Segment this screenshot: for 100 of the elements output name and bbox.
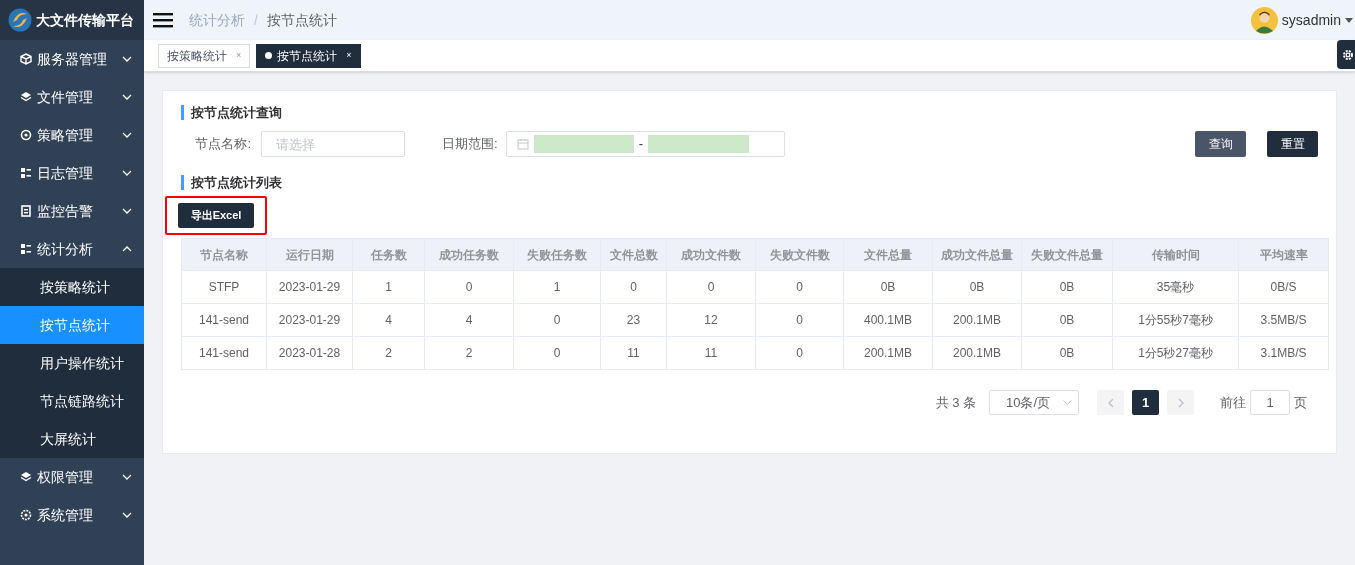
cube-icon <box>20 53 32 65</box>
range-separator: - <box>638 135 643 154</box>
section-title: 按节点统计查询 <box>181 105 1318 120</box>
table-cell: 23 <box>600 303 667 337</box>
table-cell: 200.1MB <box>932 303 1022 337</box>
page-size-select[interactable]: 10条/页 <box>989 390 1079 415</box>
avatar-icon[interactable] <box>1250 6 1278 34</box>
close-icon[interactable]: × <box>346 48 352 63</box>
chevron-down-icon <box>122 512 132 518</box>
app-title: 大文件传输平台 <box>36 10 134 30</box>
menu-icon[interactable] <box>153 12 173 28</box>
search-button[interactable]: 查询 <box>1195 131 1246 157</box>
layers-icon <box>20 91 32 103</box>
table-cell: 0B/S <box>1238 270 1329 304</box>
table-cell: 1 <box>513 270 601 304</box>
table-cell: 0 <box>666 270 756 304</box>
export-button[interactable]: 导出Excel <box>178 203 254 228</box>
table-cell: 2023-01-28 <box>266 336 353 370</box>
table-cell: 2023-01-29 <box>266 270 353 304</box>
column-header: 成功任务数 <box>424 238 514 271</box>
table-cell: 11 <box>666 336 756 370</box>
section-title: 按节点统计列表 <box>181 175 1318 190</box>
table-cell: 1 <box>352 270 425 304</box>
sidebar-subitem[interactable]: 节点链路统计 <box>0 382 144 420</box>
column-header: 失败文件总量 <box>1021 238 1113 271</box>
table-cell: 4 <box>352 303 425 337</box>
list-icon <box>20 167 32 179</box>
column-header: 平均速率 <box>1238 238 1329 271</box>
table-cell: 2 <box>424 336 514 370</box>
gear-icon <box>20 509 32 521</box>
table-cell: 2023-01-29 <box>266 303 353 337</box>
table-cell: 0B <box>1021 303 1113 337</box>
table-cell: 0B <box>843 270 933 304</box>
column-header: 文件总数 <box>600 238 667 271</box>
chevron-down-icon <box>122 170 132 176</box>
sidebar-item[interactable]: 服务器管理 <box>0 40 144 78</box>
target-icon <box>20 129 32 141</box>
list-icon <box>20 243 32 255</box>
breadcrumb-item: 按节点统计 <box>266 10 337 30</box>
date-range-field[interactable]: - <box>505 131 785 157</box>
sidebar-subitem[interactable]: 用户操作统计 <box>0 344 144 382</box>
chevron-down-icon <box>122 56 132 62</box>
sidebar-subitem[interactable]: 大屏统计 <box>0 420 144 458</box>
sidebar-item[interactable]: 监控告警 <box>0 192 144 230</box>
settings-button[interactable] <box>1337 40 1355 69</box>
user-name[interactable]: sysadmin <box>1281 9 1341 31</box>
table-cell: 0 <box>755 303 844 337</box>
chevron-right-icon <box>1177 397 1184 408</box>
document-icon <box>20 205 32 217</box>
chevron-down-icon <box>122 94 132 100</box>
table-cell: 141-send <box>181 303 267 337</box>
logo-icon <box>8 8 32 32</box>
table-cell: 200.1MB <box>843 336 933 370</box>
sidebar-item[interactable]: 统计分析 <box>0 230 144 268</box>
column-header: 任务数 <box>352 238 425 271</box>
column-header: 传输时间 <box>1112 238 1239 271</box>
column-header: 失败任务数 <box>513 238 601 271</box>
calendar-icon <box>516 138 529 150</box>
table-cell: 0 <box>513 336 601 370</box>
node-select[interactable]: 请选择 <box>261 131 405 157</box>
page-size-value: 10条/页 <box>1006 393 1052 412</box>
table-cell: 400.1MB <box>843 303 933 337</box>
reset-button[interactable]: 重置 <box>1267 131 1318 157</box>
column-header: 节点名称 <box>181 238 267 271</box>
sidebar-item[interactable]: 系统管理 <box>0 496 144 534</box>
sidebar-subitem[interactable]: 按策略统计 <box>0 268 144 306</box>
table-cell: 3.5MB/S <box>1238 303 1329 337</box>
chevron-up-icon <box>122 246 132 252</box>
field-label: 节点名称: <box>194 135 252 154</box>
total-count: 共 3 条 <box>935 393 976 412</box>
chevron-down-icon <box>122 474 132 480</box>
table-cell: 3.1MB/S <box>1238 336 1329 370</box>
column-header: 运行日期 <box>266 238 353 271</box>
table-cell: 0B <box>1021 270 1113 304</box>
table-cell: 2 <box>352 336 425 370</box>
table-cell: STFP <box>181 270 267 304</box>
chevron-down-icon <box>122 208 132 214</box>
tab-label: 按策略统计 <box>167 47 227 65</box>
column-header: 文件总量 <box>843 238 933 271</box>
column-header: 成功文件数 <box>666 238 756 271</box>
field-label: 日期范围: <box>442 135 499 154</box>
chevron-down-icon <box>1063 400 1072 405</box>
sidebar-item[interactable]: 策略管理 <box>0 116 144 154</box>
tab[interactable]: 按策略统计 × <box>158 43 251 68</box>
page-button[interactable]: 1 <box>1132 390 1159 415</box>
table-cell: 0 <box>600 270 667 304</box>
table-cell: 11 <box>600 336 667 370</box>
table-cell: 0 <box>755 336 844 370</box>
caret-icon[interactable] <box>1345 17 1353 23</box>
table-cell: 0B <box>1021 336 1113 370</box>
table-cell: 12 <box>666 303 756 337</box>
sidebar-item[interactable]: 文件管理 <box>0 78 144 116</box>
tab[interactable]: 按节点统计 × <box>256 43 361 68</box>
sidebar-item[interactable]: 权限管理 <box>0 458 144 496</box>
chevron-down-icon <box>122 132 132 138</box>
goto-label: 前往 <box>1220 393 1246 412</box>
sidebar-item[interactable]: 日志管理 <box>0 154 144 192</box>
dot-icon <box>265 52 273 59</box>
table-cell: 1分5秒27毫秒 <box>1112 336 1239 370</box>
page-input[interactable]: 1 <box>1250 390 1290 415</box>
